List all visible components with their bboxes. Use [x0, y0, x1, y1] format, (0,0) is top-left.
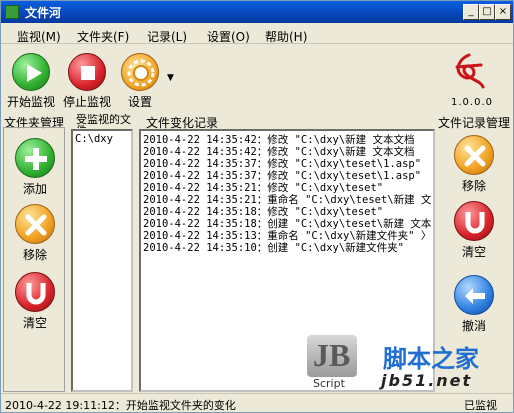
app-logo — [447, 49, 491, 93]
log-line[interactable]: 2010-4-22 14:35:42：修改 "C:\dxy\新建 文本文档 — [143, 146, 431, 158]
gear-icon — [121, 53, 159, 91]
remove-folder-label: 移除 — [22, 248, 47, 262]
back-arrow-icon — [454, 275, 494, 315]
app-icon — [5, 5, 19, 19]
clear-folders-label: 清空 — [22, 316, 47, 330]
start-monitor-button[interactable]: 开始监视 — [5, 53, 57, 110]
settings-label: 设置 — [127, 95, 152, 109]
stop-icon — [68, 53, 106, 91]
log-line[interactable]: 2010-4-22 14:35:18：修改 "C:\dxy\teset" — [143, 206, 431, 218]
remove-log-button[interactable]: 移除 — [437, 135, 511, 194]
play-icon — [12, 53, 50, 91]
folder-manage-panel: 添加 移除 清空 — [3, 127, 65, 392]
watermark-tag: Script — [313, 377, 345, 390]
close-button[interactable]: × — [495, 4, 511, 20]
watermark-brand: 脚本之家 — [383, 345, 479, 373]
magnet-icon — [15, 272, 55, 312]
title-bar[interactable]: 文件河 _ □ × — [1, 1, 513, 23]
start-monitor-label: 开始监视 — [6, 95, 55, 109]
log-line[interactable]: 2010-4-22 14:35:18：创建 "C:\dxy\teset\新建 文… — [143, 218, 431, 230]
menu-monitor[interactable]: 监视(M) — [17, 28, 61, 45]
log-line[interactable]: 2010-4-22 14:35:10：创建 "C:\dxy\新建文件夹" — [143, 242, 431, 254]
undo-button[interactable]: 撤消 — [437, 275, 511, 334]
toolbar: 开始监视 停止监视 设置 ▼ 1.0.0.0 — [1, 45, 513, 115]
log-line[interactable]: 2010-4-22 14:35:42：修改 "C:\dxy\新建 文本文档 — [143, 134, 431, 146]
remove-log-label: 移除 — [461, 179, 486, 193]
log-line[interactable]: 2010-4-22 14:35:21：修改 "C:\dxy\teset" — [143, 182, 431, 194]
menu-settings[interactable]: 设置(O) — [207, 28, 250, 45]
watched-folders-list[interactable]: C:\dxy — [71, 129, 133, 392]
magnet-icon — [454, 201, 494, 241]
clear-log-label: 清空 — [461, 245, 486, 259]
menu-log[interactable]: 记录(L) — [147, 28, 187, 45]
stop-monitor-button[interactable]: 停止监视 — [61, 53, 113, 110]
status-state: 已监视 — [464, 399, 497, 412]
clear-folders-button[interactable]: 清空 — [4, 272, 66, 331]
x-icon — [454, 135, 494, 175]
remove-folder-button[interactable]: 移除 — [4, 204, 66, 263]
log-line[interactable]: 2010-4-22 14:35:37：修改 "C:\dxy\teset\1.as… — [143, 158, 431, 170]
log-line[interactable]: 2010-4-22 14:35:13：重命名 "C:\dxy\新建文件夹" 〉 — [143, 230, 431, 242]
settings-button[interactable]: 设置 — [117, 53, 163, 110]
stop-monitor-label: 停止监视 — [62, 95, 111, 109]
menu-bar: 监视(M) 文件夹(F) 记录(L) 设置(O) 帮助(H) — [1, 24, 513, 44]
status-bar: 2010-4-22 19:11:12：开始监视文件夹的变化 已监视 — [1, 393, 513, 412]
list-item[interactable]: C:\dxy — [73, 131, 131, 147]
log-line[interactable]: 2010-4-22 14:35:37：修改 "C:\dxy\teset\1.as… — [143, 170, 431, 182]
app-window: 文件河 _ □ × 监视(M) 文件夹(F) 记录(L) 设置(O) 帮助(H)… — [0, 0, 514, 413]
x-icon — [15, 204, 55, 244]
dropdown-arrow-icon[interactable]: ▼ — [167, 73, 174, 83]
watched-files-title: 受监视的文件 — [75, 114, 137, 128]
maximize-button[interactable]: □ — [479, 4, 495, 20]
version-label: 1.0.0.0 — [451, 97, 493, 108]
watermark-domain: jb51.net — [381, 371, 473, 390]
add-folder-button[interactable]: 添加 — [4, 138, 66, 197]
menu-folder[interactable]: 文件夹(F) — [77, 28, 129, 45]
watermark: JB Script 脚本之家 jb51.net — [301, 329, 513, 393]
clear-log-button[interactable]: 清空 — [437, 201, 511, 260]
watermark-logo: JB — [307, 335, 357, 377]
add-folder-label: 添加 — [22, 182, 47, 196]
plus-icon — [15, 138, 55, 178]
log-line[interactable]: 2010-4-22 14:35:21：重命名 "C:\dxy\teset\新建 … — [143, 194, 431, 206]
window-title: 文件河 — [25, 6, 62, 20]
menu-help[interactable]: 帮助(H) — [265, 28, 307, 45]
status-text: 2010-4-22 19:11:12：开始监视文件夹的变化 — [5, 399, 236, 412]
minimize-button[interactable]: _ — [463, 4, 479, 20]
